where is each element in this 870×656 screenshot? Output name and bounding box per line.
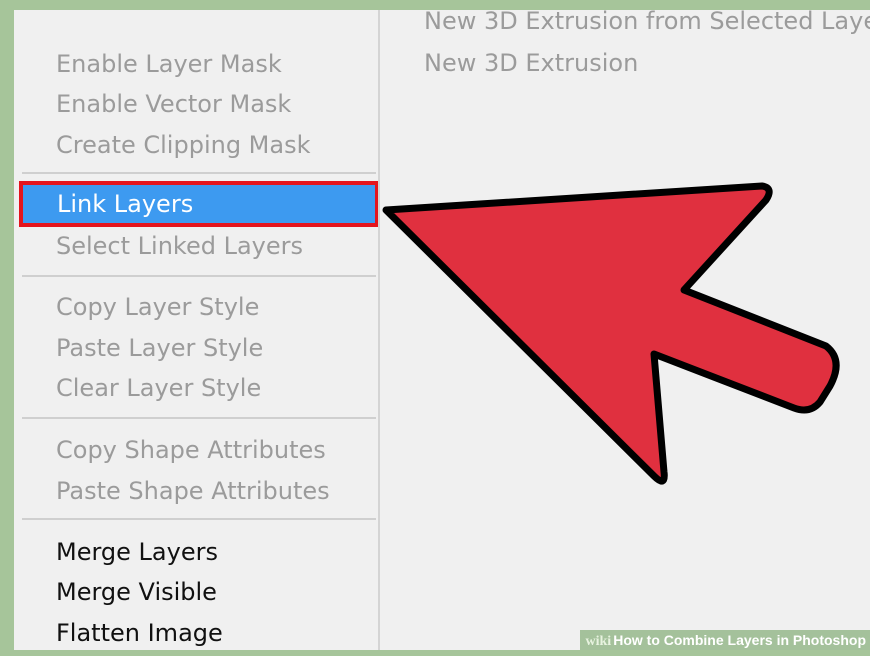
watermark-wiki: wiki	[585, 634, 612, 649]
video-frame: Enable Layer Mask Enable Vector Mask Cre…	[0, 0, 870, 656]
screenshot-area: Enable Layer Mask Enable Vector Mask Cre…	[14, 10, 870, 650]
watermark-how: How	[613, 632, 643, 648]
pointer-arrow-icon	[382, 182, 840, 485]
arrow-shape	[382, 182, 840, 485]
wikihow-watermark: wiki How to Combine Layers in Photoshop	[579, 630, 870, 650]
watermark-title: to Combine Layers in Photoshop	[642, 632, 866, 648]
